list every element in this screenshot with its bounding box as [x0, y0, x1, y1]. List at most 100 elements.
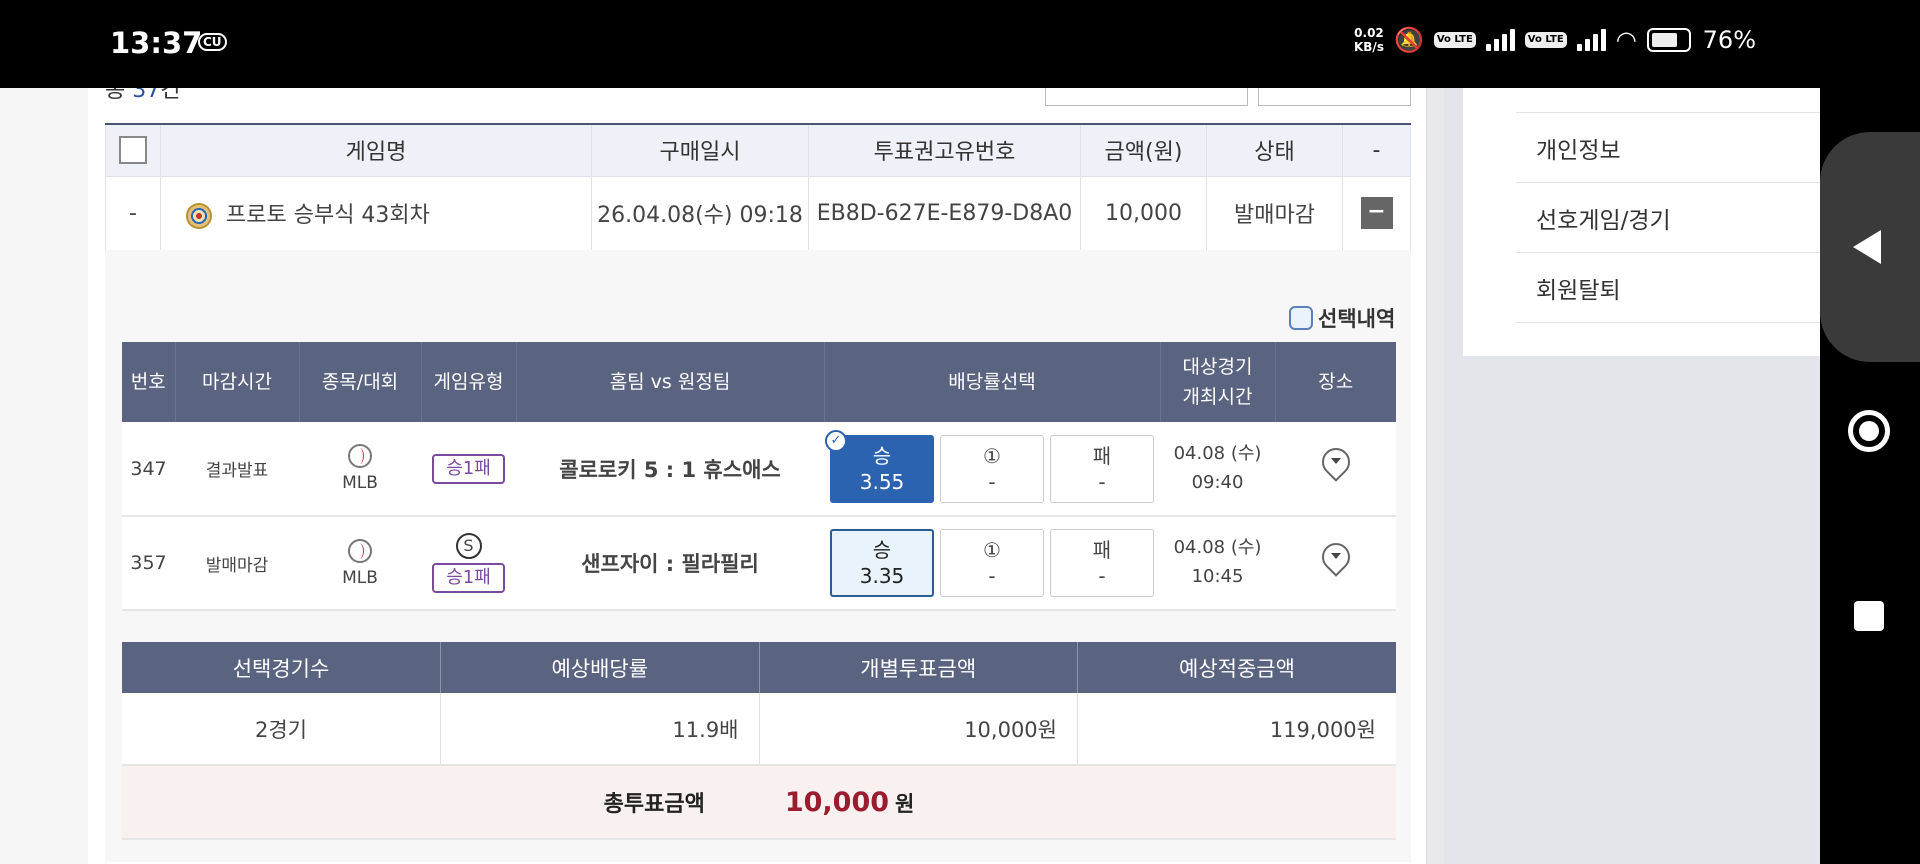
odds-label: 승 [872, 443, 892, 468]
ticket-id: EB8D-627E-E879-D8A0 [808, 175, 1081, 251]
col-type: 게임유형 [421, 342, 517, 422]
teams: 샌프자이 : 필라필리 [516, 516, 824, 611]
net-speed-unit: KB/s [1353, 40, 1384, 54]
left-gutter [0, 88, 88, 864]
odds-win-button[interactable]: 승 3.35 [830, 529, 934, 597]
collapse-button[interactable]: − [1360, 197, 1393, 229]
type-cell: S 승1패 [421, 516, 516, 611]
location-pin-icon[interactable] [1322, 448, 1350, 484]
odds-lose-button[interactable]: 패- [1050, 529, 1154, 597]
match-table: 번호 마감시간 종목/대회 게임유형 홈팀 vs 원정팀 배당률선택 대상경기 개… [122, 342, 1396, 611]
baseball-icon [348, 538, 372, 563]
col-league: 종목/대회 [299, 342, 422, 422]
purchase-date: 26.04.08(수) 09:18 [591, 175, 809, 251]
col-teams: 홈팀 vs 원정팀 [516, 342, 825, 422]
signal-icon [1485, 29, 1515, 51]
odds-label: ① [983, 538, 1001, 562]
match-hour: 10:45 [1191, 566, 1244, 587]
odds-draw-button[interactable]: ①- [940, 529, 1044, 597]
mute-bell-icon: 🔕 [1393, 26, 1424, 54]
selection-label: 선택내역 [1318, 307, 1396, 331]
status-icons: 0.02 KB/s 🔕 Vo LTE Vo LTE ◠ 76% [1354, 26, 1756, 54]
selection-checkbox[interactable] [1289, 306, 1313, 330]
game-type-badge: 승1패 [432, 453, 505, 484]
recents-icon[interactable] [1854, 601, 1884, 631]
match-time: 04.08 (수) 09:40 [1160, 422, 1275, 517]
status-bar: 13:37 CU 0.02 KB/s 🔕 Vo LTE Vo LTE ◠ 76% [0, 0, 1920, 88]
match-date: 04.08 (수) [1173, 537, 1262, 559]
carrier-icon: CU [198, 33, 227, 51]
col-match-time-line2: 개최시간 [1182, 386, 1253, 408]
location-pin-icon[interactable] [1322, 543, 1350, 579]
total-value: 10,000 [784, 787, 890, 818]
toggle-cell: − [1342, 175, 1411, 251]
battery-icon [1646, 28, 1691, 52]
battery-percent: 76% [1702, 26, 1756, 54]
col-no: 번호 [122, 342, 176, 422]
back-icon[interactable] [1853, 230, 1881, 264]
odds-value: 3.55 [859, 469, 905, 494]
game-type-badge: 승1패 [432, 563, 505, 593]
match-date: 04.08 (수) [1173, 442, 1262, 464]
total-cell: 총투표금액 10,000 원 [122, 765, 1396, 840]
odds-value: - [1098, 469, 1106, 494]
close-status: 발매마감 [175, 516, 299, 611]
summary-table: 선택경기수 예상배당률 개별투표금액 예상적중금액 2경기 11.9배 10,0… [122, 642, 1396, 840]
col-match-count: 선택경기수 [122, 642, 441, 693]
network-speed: 0.02 KB/s [1354, 26, 1384, 54]
side-menu-item-profile[interactable]: 개인정보 [1516, 113, 1820, 183]
odds-win-button[interactable]: ✓ 승 3.55 [825, 429, 934, 503]
side-menu: 개인정보 선호게임/경기 회원탈퇴 [1463, 88, 1820, 356]
match-no: 357 [122, 516, 175, 611]
odds-lose-button[interactable]: 패- [1050, 434, 1154, 503]
table-row: 347 결과발표 MLB 승1패 콜로로키 5 : 1 휴스애스 ✓ 승 3.55 … [122, 422, 1396, 517]
type-cell: 승1패 [421, 422, 516, 517]
teams: 콜로로키 5 : 1 휴스애스 [516, 422, 824, 517]
match-count: 2경기 [122, 693, 441, 766]
league: MLB [342, 567, 378, 588]
volte-icon-2: Vo LTE [1524, 32, 1567, 48]
col-match-time: 대상경기개최시간 [1160, 342, 1276, 422]
signal-icon-2 [1576, 29, 1606, 51]
amount: 10,000 [1080, 175, 1207, 251]
select-all-cell [105, 123, 161, 177]
odds-draw-button[interactable]: ①- [940, 434, 1044, 503]
col-match-time-line1: 대상경기 [1182, 355, 1253, 378]
net-speed-value: 0.02 [1354, 26, 1384, 40]
league-cell: MLB [299, 422, 421, 517]
col-close: 마감시간 [175, 342, 300, 422]
col-expected-win: 예상적중금액 [1077, 642, 1396, 693]
col-game: 게임명 [160, 123, 592, 177]
league-cell: MLB [299, 516, 421, 611]
match-no: 347 [122, 422, 175, 517]
match-table-header: 번호 마감시간 종목/대회 게임유형 홈팀 vs 원정팀 배당률선택 대상경기 개… [122, 342, 1396, 422]
col-status: 상태 [1206, 123, 1343, 177]
odds-label: 승 [872, 538, 892, 562]
col-toggle: - [1342, 123, 1411, 177]
side-menu-item-withdraw[interactable]: 회원탈퇴 [1516, 253, 1820, 323]
odds-cell: ✓ 승 3.55 ①- 패- [824, 422, 1160, 517]
col-date: 구매일시 [591, 123, 809, 177]
game-name[interactable]: 프로토 승부식 43회차 [226, 203, 430, 228]
col-expected-odds: 예상배당률 [440, 642, 760, 693]
expected-odds: 11.9배 [440, 693, 760, 766]
odds-value: - [988, 564, 996, 588]
col-bet-amount: 개별투표금액 [759, 642, 1078, 693]
total-label: 총투표금액 [603, 792, 705, 817]
wifi-icon: ◠ [1615, 26, 1637, 54]
row-index: - [105, 175, 161, 251]
expected-win: 119,000원 [1077, 693, 1396, 766]
baseball-icon [348, 444, 372, 468]
col-venue: 장소 [1275, 342, 1396, 422]
odds-label: 패 [1092, 443, 1112, 468]
selection-toggle[interactable]: 선택내역 [1289, 303, 1395, 333]
odds-value: 3.35 [859, 564, 905, 588]
odds-value: - [1098, 564, 1106, 588]
side-menu-item-preferences[interactable]: 선호게임/경기 [1516, 183, 1820, 253]
side-menu-item-cut [1516, 88, 1820, 113]
odds-label: ① [983, 443, 1001, 468]
home-icon[interactable] [1848, 410, 1890, 452]
odds-label: 패 [1092, 538, 1112, 562]
table-row[interactable]: - 프로토 승부식 43회차 26.04.08(수) 09:18 EB8D-62… [105, 175, 1411, 251]
select-all-checkbox[interactable] [119, 136, 147, 165]
